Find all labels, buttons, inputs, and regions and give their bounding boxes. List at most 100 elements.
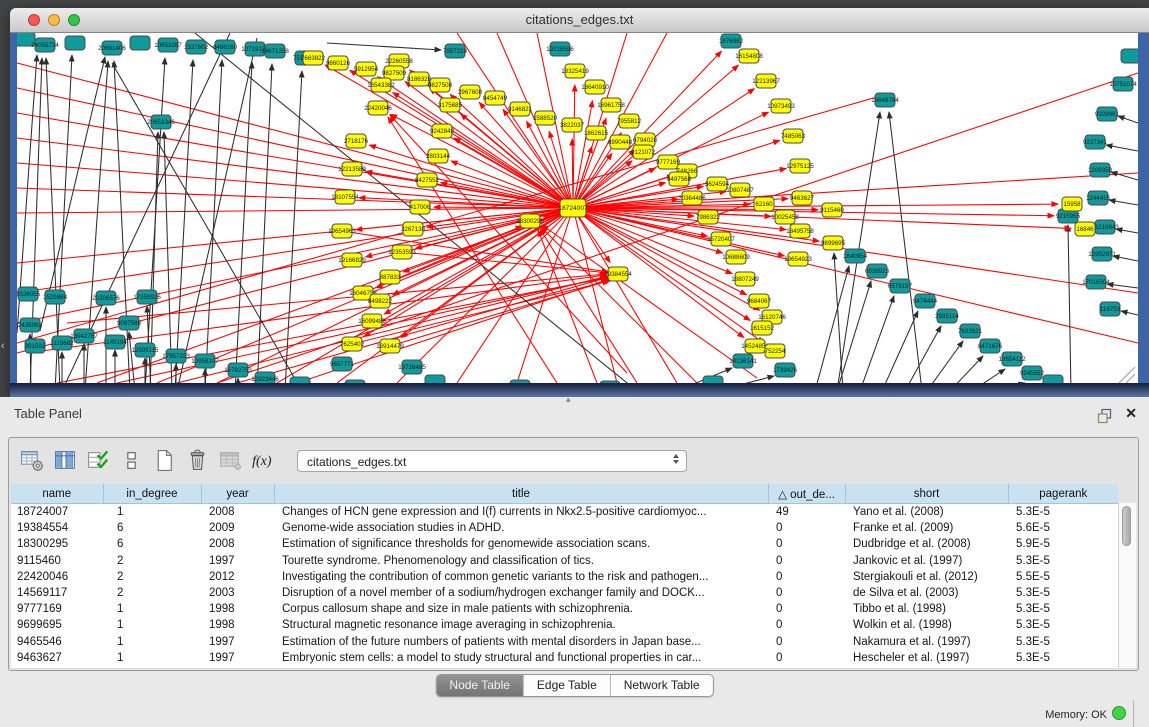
network-node[interactable] — [130, 36, 150, 50]
table-cell[interactable]: Franke et al. (2009) — [845, 520, 1008, 536]
network-node[interactable]: 15992971 — [1088, 247, 1116, 261]
network-node[interactable] — [1043, 375, 1063, 383]
table-cell[interactable]: 0 — [768, 569, 845, 585]
table-cell[interactable]: Disruption of a novel member of a sodium… — [274, 585, 768, 601]
network-node[interactable]: 20653346 — [147, 115, 175, 129]
network-node[interactable]: 1209358 — [1088, 163, 1113, 177]
table-cell[interactable]: 1 — [103, 601, 201, 617]
table-cell[interactable]: 1 — [103, 650, 201, 666]
table-cell[interactable]: 1 — [103, 634, 201, 650]
table-cell[interactable]: 9699695 — [11, 617, 103, 633]
network-node[interactable]: 20691406 — [98, 41, 126, 55]
table-cell[interactable]: 2009 — [201, 520, 274, 536]
network-node[interactable]: 10958107 — [191, 354, 219, 368]
delete-icon[interactable] — [184, 447, 211, 474]
network-node[interactable]: 16099488 — [358, 314, 386, 328]
network-node[interactable]: 16154808 — [735, 49, 763, 63]
network-node[interactable]: 20206576 — [92, 291, 120, 305]
scrollbar-thumb[interactable] — [1122, 506, 1131, 546]
network-node[interactable]: 20364486 — [678, 191, 706, 205]
network-edge[interactable] — [573, 85, 575, 208]
network-node[interactable]: 7625402 — [340, 337, 365, 351]
network-node[interactable]: 14671358 — [261, 44, 289, 58]
panel-collapse-arrow-icon[interactable]: ‹ — [1, 341, 5, 352]
network-edge[interactable] — [573, 173, 1138, 208]
network-node[interactable] — [65, 36, 85, 50]
network-node[interactable]: 19654923 — [784, 252, 812, 266]
network-node[interactable]: 2435061 — [18, 318, 43, 332]
table-cell[interactable]: Stergiakouli et al. (2012) — [845, 569, 1008, 585]
network-node[interactable]: 1840954 — [843, 249, 868, 263]
network-edge[interactable] — [235, 62, 252, 383]
table-cell[interactable]: 1997 — [201, 634, 274, 650]
network-node[interactable]: 7986322 — [696, 210, 721, 224]
close-panel-button[interactable]: ✕ — [1125, 405, 1137, 422]
table-cell[interactable]: 2 — [103, 569, 201, 585]
network-edge[interactable] — [352, 281, 609, 344]
network-node[interactable]: 19654963 — [328, 224, 356, 238]
network-node[interactable]: 24055724 — [31, 38, 59, 52]
network-node[interactable]: 22420046 — [364, 101, 392, 115]
network-node[interactable]: 2526065 — [17, 287, 41, 301]
network-node[interactable]: 10688609 — [722, 250, 750, 264]
table-cell[interactable]: 5.3E-5 — [1008, 601, 1118, 617]
network-node[interactable]: 10973493 — [767, 99, 795, 113]
table-cell[interactable]: Yano et al. (2008) — [845, 504, 1008, 521]
table-cell[interactable]: Tourette syndrome. Phenomenology and cla… — [274, 553, 768, 569]
network-edge[interactable] — [129, 332, 135, 383]
network-edge[interactable] — [542, 225, 757, 378]
table-cell[interactable]: 9115460 — [11, 553, 103, 569]
network-edge[interactable] — [1109, 200, 1138, 205]
table-selector-dropdown[interactable]: citations_edges.txt — [297, 450, 687, 472]
row-height-icon[interactable] — [118, 447, 145, 474]
network-edge[interactable] — [717, 376, 774, 383]
network-node[interactable]: 3267130 — [401, 222, 426, 236]
network-node[interactable]: 887833 — [380, 270, 401, 284]
table-cell[interactable]: Changes of HCN gene expression and I(f) … — [274, 504, 768, 521]
network-canvas[interactable]: 2405572420691406106532871527602646616010… — [17, 33, 1138, 383]
tab-node-table[interactable]: Node Table — [436, 675, 524, 696]
table-cell[interactable]: 6 — [103, 536, 201, 552]
network-node[interactable]: 1527602 — [184, 40, 209, 54]
network-node[interactable]: 2935114 — [935, 309, 959, 323]
network-edge[interactable] — [479, 102, 573, 208]
network-edge[interactable] — [573, 208, 1138, 343]
table-cell[interactable]: 5.6E-5 — [1008, 520, 1118, 536]
network-node[interactable]: 19716485 — [398, 360, 426, 374]
table-cell[interactable]: Wolkin et al. (1998) — [845, 617, 1008, 633]
network-node[interactable]: 9227341 — [1083, 135, 1108, 149]
show-columns-icon[interactable] — [52, 447, 79, 474]
network-view-window[interactable]: citations_edges.txt 24055724206914061065… — [10, 8, 1149, 397]
network-node[interactable] — [425, 375, 445, 383]
minimize-window-button[interactable] — [48, 14, 60, 26]
table-cell[interactable]: 9463627 — [11, 650, 103, 666]
network-edge[interactable] — [837, 112, 880, 383]
table-cell[interactable]: 6 — [103, 520, 201, 536]
table-cell[interactable]: 18300295 — [11, 536, 103, 552]
table-cell[interactable]: 0 — [768, 601, 845, 617]
network-edge[interactable] — [397, 208, 573, 383]
table-scrollbar[interactable] — [1118, 503, 1136, 668]
network-node[interactable]: 1588520 — [533, 111, 558, 125]
tab-network-table[interactable]: Network Table — [611, 675, 713, 696]
network-node[interactable]: 6938923 — [865, 264, 890, 278]
network-node[interactable]: 17957223 — [162, 349, 190, 363]
table-row[interactable]: 1938455462009Genome-wide association stu… — [11, 520, 1118, 536]
table-cell[interactable]: 0 — [768, 650, 845, 666]
network-node[interactable]: 12975125 — [786, 159, 814, 173]
network-node[interactable]: 18724007 — [558, 199, 588, 217]
column-header-in_degree[interactable]: in_degree — [103, 484, 201, 504]
network-edge[interactable] — [1118, 116, 1138, 123]
table-cell[interactable]: 1998 — [201, 601, 274, 617]
network-node[interactable]: 7485063 — [781, 129, 806, 143]
network-node[interactable]: 14136141 — [729, 354, 757, 368]
network-node[interactable]: 2718176 — [344, 134, 369, 148]
table-mode-icon[interactable] — [19, 447, 46, 474]
network-node[interactable]: 9899695 — [821, 236, 846, 250]
network-node[interactable]: 19218596 — [546, 42, 574, 56]
zoom-window-button[interactable] — [68, 14, 80, 26]
network-node[interactable]: 9245652 — [1020, 366, 1045, 380]
network-node[interactable]: 417006 — [410, 200, 431, 214]
table-cell[interactable]: Genome-wide association studies in ADHD. — [274, 520, 768, 536]
select-rows-icon[interactable] — [85, 447, 112, 474]
